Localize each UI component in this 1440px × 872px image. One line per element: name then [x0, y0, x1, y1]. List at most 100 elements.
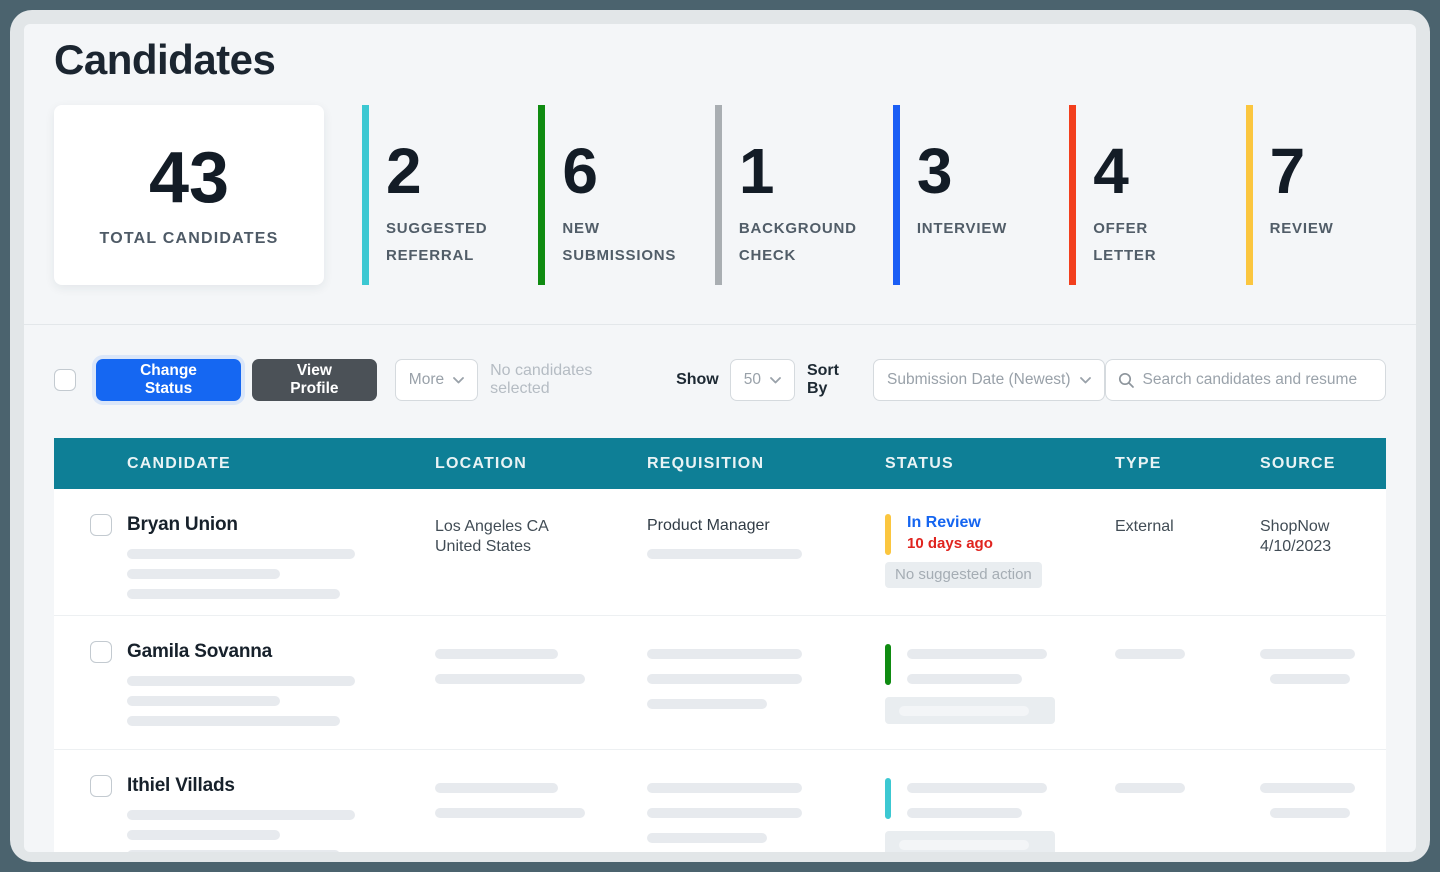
- status-color-bar: [885, 778, 891, 819]
- change-status-button[interactable]: Change Status: [96, 359, 241, 401]
- stat-value: 3: [917, 139, 1033, 203]
- stat-value: 4: [1093, 139, 1209, 203]
- source-cell: ShopNow 4/10/2023: [1260, 514, 1386, 615]
- suggested-action-skeleton: [885, 697, 1055, 724]
- status-color-bar: [885, 644, 891, 685]
- stat-value: 7: [1270, 139, 1386, 203]
- skeleton-bar: [127, 676, 355, 686]
- source-cell: [1260, 775, 1386, 852]
- skeleton-bar: [647, 699, 767, 709]
- page-size-value: 50: [744, 371, 761, 389]
- skeleton-bar: [127, 696, 280, 706]
- location-cell: [435, 641, 647, 749]
- stat-label: SUGGESTED REFERRAL: [386, 215, 502, 269]
- skeleton-bar: [1115, 783, 1185, 793]
- stat-value: 1: [739, 139, 857, 203]
- selection-hint: No candidates selected: [490, 362, 651, 398]
- candidates-page: Candidates 43 TOTAL CANDIDATES 2 SUGGEST…: [24, 24, 1416, 852]
- search-input[interactable]: [1143, 371, 1373, 389]
- row-checkbox[interactable]: [90, 775, 112, 797]
- skeleton-bar: [1260, 783, 1355, 793]
- skeleton-bar: [127, 850, 340, 852]
- stat-background-check: 1 BACKGROUND CHECK: [715, 105, 857, 285]
- stat-new-submissions: 6 NEW SUBMISSIONS: [538, 105, 678, 285]
- skeleton-bar: [127, 810, 355, 820]
- row-checkbox[interactable]: [90, 514, 112, 536]
- chevron-down-icon: [453, 377, 464, 384]
- status-label: In Review: [907, 514, 993, 532]
- skeleton-bar: [127, 830, 280, 840]
- skeleton-bar: [647, 649, 802, 659]
- skeleton-bar: [435, 649, 558, 659]
- candidates-table: CANDIDATE LOCATION REQUISITION STATUS TY…: [54, 438, 1386, 852]
- more-dropdown[interactable]: More: [395, 359, 478, 401]
- sort-dropdown-value: Submission Date (Newest): [887, 371, 1070, 389]
- section-divider: [24, 324, 1416, 325]
- candidate-name[interactable]: Ithiel Villads: [127, 775, 435, 797]
- column-header-type[interactable]: TYPE: [1115, 455, 1260, 473]
- stat-label: TOTAL CANDIDATES: [100, 230, 279, 248]
- column-header-requisition[interactable]: REQUISITION: [647, 455, 885, 473]
- stat-value: 2: [386, 139, 502, 203]
- status-color-bar: [885, 514, 891, 555]
- table-row[interactable]: Gamila Sovanna: [54, 616, 1386, 750]
- skeleton-bar: [907, 783, 1047, 793]
- row-checkbox[interactable]: [90, 641, 112, 663]
- candidate-cell: Ithiel Villads: [127, 775, 435, 852]
- skeleton-bar: [127, 569, 280, 579]
- stat-suggested-referral: 2 SUGGESTED REFERRAL: [362, 105, 502, 285]
- skeleton-bar: [435, 808, 585, 818]
- location-cell: [435, 775, 647, 852]
- skeleton-bar: [435, 674, 585, 684]
- column-header-source[interactable]: SOURCE: [1260, 455, 1386, 473]
- requisition-cell: [647, 775, 885, 852]
- page-title: Candidates: [54, 36, 1416, 84]
- requisition-title: Product Manager: [647, 517, 885, 535]
- search-box[interactable]: [1105, 359, 1386, 401]
- more-dropdown-label: More: [409, 371, 444, 389]
- skeleton-bar: [1270, 808, 1350, 818]
- chevron-down-icon: [1080, 377, 1091, 384]
- location-line2: United States: [435, 537, 647, 557]
- candidate-cell: Bryan Union: [127, 514, 435, 615]
- show-label: Show: [676, 371, 719, 389]
- candidate-cell: Gamila Sovanna: [127, 641, 435, 749]
- skeleton-bar: [647, 549, 802, 559]
- skeleton-bar: [435, 783, 558, 793]
- skeleton-bar: [1260, 649, 1355, 659]
- table-row[interactable]: Ithiel Villads: [54, 750, 1386, 852]
- stat-value: 43: [149, 142, 229, 214]
- stats-summary: 43 TOTAL CANDIDATES 2 SUGGESTED REFERRAL…: [54, 105, 1386, 285]
- skeleton-bar: [647, 783, 802, 793]
- column-header-candidate[interactable]: CANDIDATE: [127, 455, 435, 473]
- candidate-name[interactable]: Gamila Sovanna: [127, 641, 435, 663]
- type-cell: External: [1115, 514, 1260, 615]
- requisition-cell: Product Manager: [647, 514, 885, 615]
- location-line1: Los Angeles CA: [435, 517, 647, 537]
- candidate-name[interactable]: Bryan Union: [127, 514, 435, 536]
- type-value: External: [1115, 517, 1260, 537]
- select-all-checkbox[interactable]: [54, 369, 76, 391]
- sort-dropdown[interactable]: Submission Date (Newest): [873, 359, 1104, 401]
- table-row[interactable]: Bryan Union Los Angeles CA United States…: [54, 489, 1386, 616]
- column-header-status[interactable]: STATUS: [885, 455, 1115, 473]
- suggested-action-pill: No suggested action: [885, 562, 1042, 588]
- search-icon: [1118, 372, 1135, 389]
- page-size-dropdown[interactable]: 50: [730, 359, 795, 401]
- status-cell: [885, 775, 1115, 852]
- view-profile-button[interactable]: View Profile: [252, 359, 377, 401]
- suggested-action-skeleton: [885, 831, 1055, 852]
- type-cell: [1115, 775, 1260, 852]
- skeleton-bar: [1270, 674, 1350, 684]
- skeleton-bar: [907, 674, 1022, 684]
- sort-by-label: Sort By: [807, 362, 862, 398]
- skeleton-bar: [907, 808, 1022, 818]
- stat-label: OFFER LETTER: [1093, 215, 1209, 269]
- stat-interview: 3 INTERVIEW: [893, 105, 1033, 285]
- source-cell: [1260, 641, 1386, 749]
- app-window: Candidates 43 TOTAL CANDIDATES 2 SUGGEST…: [10, 10, 1430, 862]
- stat-label: NEW SUBMISSIONS: [562, 215, 678, 269]
- status-cell: [885, 641, 1115, 749]
- column-header-location[interactable]: LOCATION: [435, 455, 647, 473]
- source-line1: ShopNow: [1260, 517, 1386, 537]
